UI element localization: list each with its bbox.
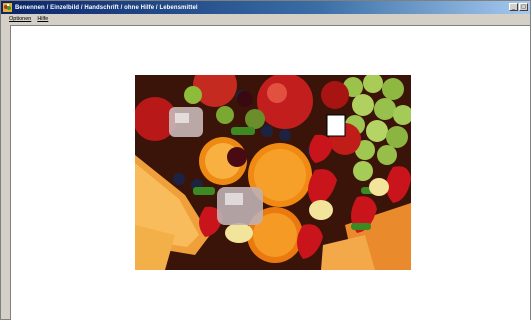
maximize-button[interactable]: □ xyxy=(519,3,528,11)
title-bar[interactable]: Benennen / Einzelbild / Handschrift / oh… xyxy=(1,1,530,14)
window-title: Benennen / Einzelbild / Handschrift / oh… xyxy=(15,4,198,11)
minimize-button[interactable]: _ xyxy=(509,3,518,11)
selection-marker[interactable] xyxy=(326,114,346,137)
window-controls: _ □ xyxy=(509,3,528,11)
menu-optionen[interactable]: Optionen xyxy=(9,16,31,22)
app-icon xyxy=(3,3,12,12)
menu-hilfe[interactable]: Hilfe xyxy=(37,16,48,22)
fruit-picture xyxy=(135,75,411,270)
menu-bar: Optionen Hilfe xyxy=(1,14,530,24)
